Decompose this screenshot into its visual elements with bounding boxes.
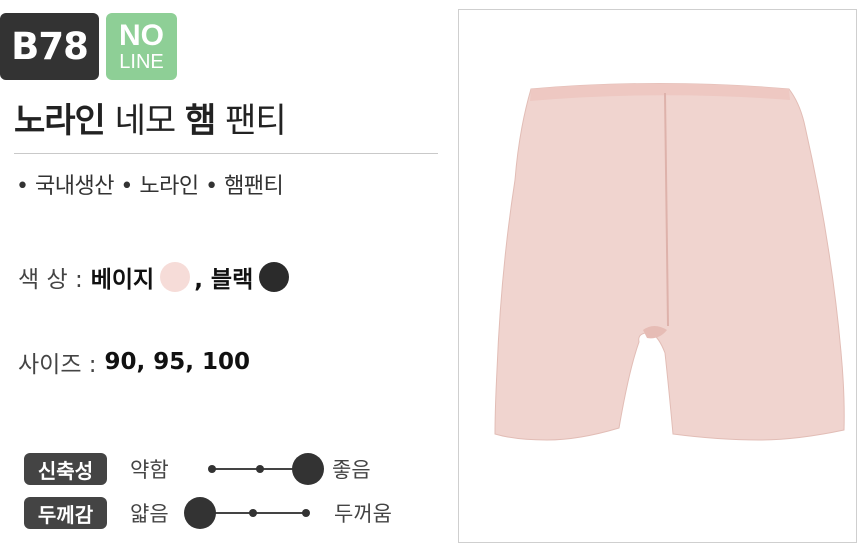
thickness-high-label: 두꺼움	[334, 502, 392, 526]
title-part-panty: 팬티	[225, 101, 287, 141]
size-values: 90, 95, 100	[104, 349, 251, 375]
product-title: 노라인 네모 햄 팬티	[14, 93, 287, 142]
thickness-step-dot	[302, 509, 310, 517]
color-name-beige: 베이지	[90, 267, 155, 293]
feature-list: • 국내생산 • 노라인 • 햄팬티	[16, 174, 284, 199]
no-line-badge-line1: NO	[119, 19, 164, 52]
thickness-step-dot	[249, 509, 257, 517]
no-line-badge-line2: LINE	[119, 51, 164, 73]
title-part-ham: 햄	[185, 101, 216, 141]
thickness-low-label: 얇음	[130, 502, 169, 526]
color-name-black: , 블랙	[194, 267, 254, 293]
color-label: 색 상 :	[18, 267, 83, 293]
color-swatch-black[interactable]	[259, 262, 290, 292]
stretch-high-label: 좋음	[332, 458, 371, 482]
title-part-noline: 노라인	[14, 101, 106, 141]
stretch-step-dot	[208, 465, 216, 473]
size-label: 사이즈 :	[18, 352, 97, 378]
title-part-nemo: 네모	[114, 101, 177, 141]
stretch-tag: 신축성	[24, 453, 107, 485]
title-divider	[14, 153, 438, 154]
size-row: 사이즈 : 90, 95, 100	[18, 345, 250, 379]
stretch-step-dot	[256, 465, 264, 473]
stretch-scale: 신축성 약함 좋음	[24, 452, 371, 486]
product-photo	[494, 83, 845, 441]
color-swatch-beige[interactable]	[160, 262, 191, 292]
color-row: 색 상 : 베이지 , 블랙	[18, 260, 290, 294]
product-photo-frame	[458, 9, 857, 543]
product-code-badge: B78	[0, 13, 99, 80]
no-line-badge: NO LINE	[106, 13, 177, 80]
thickness-scale: 두께감 얇음 두꺼움	[24, 496, 392, 530]
thickness-tag: 두께감	[24, 497, 107, 529]
thickness-track	[184, 496, 318, 530]
stretch-low-label: 약함	[130, 458, 169, 482]
garment-shape	[494, 83, 845, 441]
thickness-level-marker	[184, 497, 216, 529]
stretch-level-marker	[292, 453, 324, 485]
stretch-track	[200, 452, 324, 486]
